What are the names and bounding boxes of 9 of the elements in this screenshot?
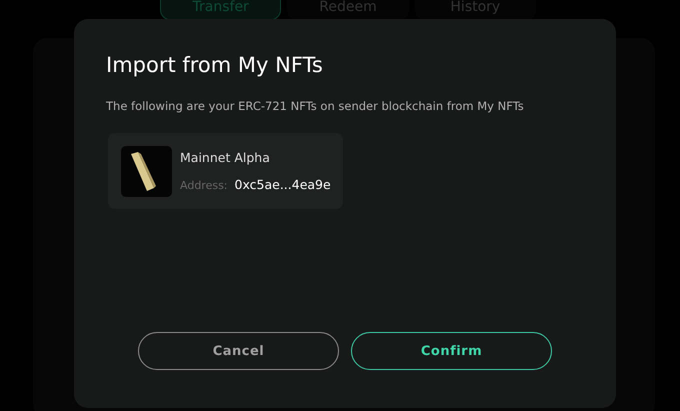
confirm-button[interactable]: Confirm: [351, 332, 552, 370]
dialog-title: Import from My NFTs: [106, 53, 324, 77]
dialog-description: The following are your ERC-721 NFTs on sender blockchain from My NFTs: [106, 99, 525, 113]
cancel-button[interactable]: Cancel: [138, 332, 339, 370]
nft-card[interactable]: Mainnet Alpha Address: 0xc5ae...4ea9e: [108, 133, 343, 209]
address-value: 0xc5ae...4ea9e: [234, 177, 331, 192]
nft-name: Mainnet Alpha: [180, 150, 271, 165]
address-label: Address:: [180, 179, 228, 192]
nft-thumbnail-icon: [121, 146, 172, 196]
